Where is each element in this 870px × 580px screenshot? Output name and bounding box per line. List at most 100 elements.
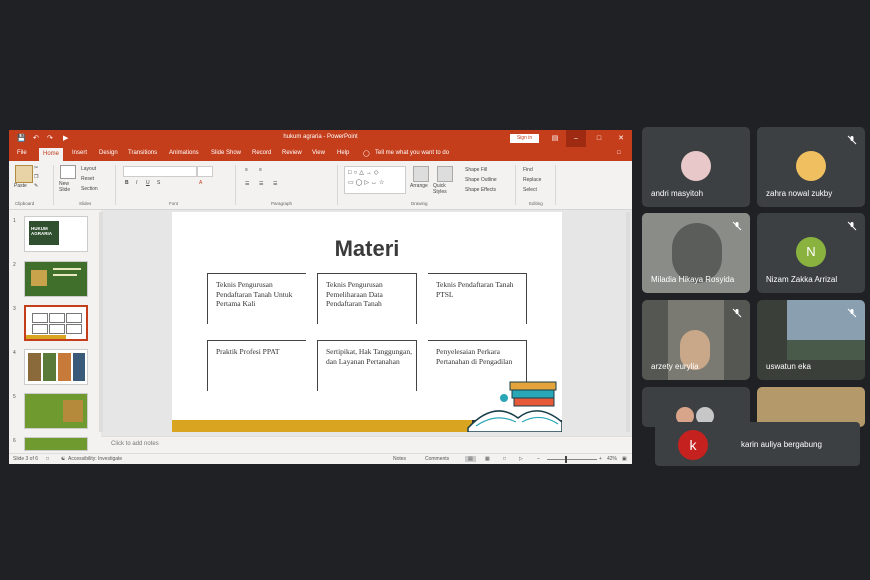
tab-view[interactable]: View <box>312 150 325 156</box>
comments-toggle[interactable]: Comments <box>425 456 449 462</box>
participant-avatar: N <box>796 237 826 267</box>
notification-avatar: k <box>678 430 708 460</box>
align-right-icon[interactable]: ☰ <box>273 181 277 187</box>
slide-thumbnail-3[interactable] <box>24 305 88 341</box>
topic-text: Praktik Profesi PPAT <box>216 347 280 356</box>
strikethrough-button[interactable]: S <box>157 180 160 186</box>
thumbnail-scrollbar[interactable] <box>99 212 103 432</box>
quick-styles-label[interactable]: Quick Styles <box>433 183 457 195</box>
align-center-icon[interactable]: ☰ <box>259 181 263 187</box>
spellcheck-icon[interactable]: □ <box>46 456 49 462</box>
current-slide[interactable]: Materi Teknis Pengurusan Pendaftaran Tan… <box>172 212 562 432</box>
participant-name: arzety eurylia <box>651 362 699 371</box>
zoom-slider-thumb[interactable] <box>565 456 567 463</box>
quick-styles-icon[interactable] <box>437 166 453 182</box>
copy-icon[interactable]: ❐ <box>34 174 38 180</box>
section-button[interactable]: Section <box>81 186 98 192</box>
tab-transitions[interactable]: Transitions <box>128 150 157 156</box>
shapes-icon: ▭◯▷↔☆ <box>348 180 387 186</box>
tab-review[interactable]: Review <box>282 150 302 156</box>
layout-button[interactable]: Layout <box>81 166 96 172</box>
tab-record[interactable]: Record <box>252 150 271 156</box>
participant-avatar <box>796 151 826 181</box>
paste-label[interactable]: Paste <box>14 183 27 189</box>
participant-tile[interactable] <box>757 387 865 427</box>
bullets-icon[interactable]: ≡ <box>245 167 248 173</box>
font-size-select[interactable] <box>197 166 213 177</box>
zoom-level[interactable]: 42% <box>607 456 617 462</box>
participant-video <box>787 340 865 360</box>
shape-effects-button[interactable]: Shape Effects <box>465 187 496 193</box>
notes-pane[interactable]: Click to add notes <box>101 436 632 454</box>
zoom-in-icon[interactable]: + <box>599 456 602 462</box>
shape-outline-button[interactable]: Shape Outline <box>465 177 497 183</box>
participant-tile[interactable] <box>642 387 750 427</box>
font-color-button[interactable]: A <box>199 180 202 186</box>
tab-insert[interactable]: Insert <box>72 150 87 156</box>
normal-view-icon[interactable]: ▤ <box>465 456 476 462</box>
accessibility-icon[interactable]: ☯ <box>61 456 65 462</box>
notes-toggle[interactable]: Notes <box>393 456 406 462</box>
slide-thumbnail-6[interactable] <box>24 437 88 451</box>
slide-thumbnail-5[interactable] <box>24 393 88 429</box>
find-button[interactable]: Find <box>523 167 533 173</box>
slide-counter: Slide 3 of 6 <box>13 456 39 462</box>
tab-file[interactable]: File <box>17 150 27 156</box>
numbering-icon[interactable]: ≡ <box>259 167 262 173</box>
participant-tile[interactable]: Miladia Hikaya Rosyida <box>642 213 750 293</box>
zoom-out-icon[interactable]: – <box>537 456 540 462</box>
topic-box[interactable]: Teknis Pendaftaran Tanah PTSL <box>428 273 527 324</box>
replace-button[interactable]: Replace <box>523 177 541 183</box>
reading-view-icon[interactable]: □ <box>503 456 506 462</box>
comments-icon[interactable]: □ <box>617 150 621 156</box>
slide-thumbnail-2[interactable] <box>24 261 88 297</box>
underline-button[interactable]: U <box>146 180 150 186</box>
zoom-slider[interactable] <box>547 459 597 460</box>
slide-thumbnail-4[interactable] <box>24 349 88 385</box>
arrange-icon[interactable] <box>413 166 429 182</box>
tab-animations[interactable]: Animations <box>169 150 199 156</box>
participant-tile[interactable]: arzety eurylia <box>642 300 750 380</box>
font-name-select[interactable] <box>123 166 197 177</box>
topic-box[interactable]: Teknis Pengurusan Pemeliharaan Data Pend… <box>317 273 417 324</box>
close-button[interactable]: ✕ <box>611 130 631 147</box>
topic-box[interactable]: Praktik Profesi PPAT <box>207 340 306 391</box>
vertical-scrollbar[interactable] <box>626 212 630 432</box>
minimize-button[interactable]: – <box>566 130 586 147</box>
accessibility-status[interactable]: Accessibility: Investigate <box>68 456 122 462</box>
shape-fill-button[interactable]: Shape Fill <box>465 167 487 173</box>
select-button[interactable]: Select <box>523 187 537 193</box>
slide-sorter-icon[interactable]: ▦ <box>485 456 490 462</box>
shapes-gallery[interactable]: □○△→◇ ▭◯▷↔☆ <box>344 166 406 194</box>
bold-button[interactable]: B <box>125 180 129 186</box>
new-slide-icon[interactable] <box>60 165 76 179</box>
tab-home[interactable]: Home <box>39 148 64 161</box>
italic-button[interactable]: I <box>136 180 137 186</box>
slideshow-view-icon[interactable]: ▷ <box>519 456 523 462</box>
cut-icon[interactable]: ✂ <box>34 165 38 171</box>
format-painter-icon[interactable]: ✎ <box>34 183 38 189</box>
thumb-number: 1 <box>13 218 16 224</box>
arrange-label[interactable]: Arrange <box>410 183 428 189</box>
sign-in-button[interactable]: Sign in <box>510 134 539 143</box>
tab-design[interactable]: Design <box>99 150 118 156</box>
thumb-number: 6 <box>13 438 16 444</box>
tab-help[interactable]: Help <box>337 150 349 156</box>
ribbon-display-icon[interactable]: ▤ <box>545 130 565 147</box>
slide-thumbnail-1[interactable]: HUKUM AGRARIA <box>24 216 88 252</box>
participant-tile[interactable]: zahra nowal zukby <box>757 127 865 207</box>
new-slide-label[interactable]: New Slide <box>59 181 77 193</box>
participant-tile[interactable]: andri masyitoh <box>642 127 750 207</box>
tell-me-search[interactable]: Tell me what you want to do <box>375 150 449 156</box>
participant-tile[interactable]: uswatun eka <box>757 300 865 380</box>
tab-slide-show[interactable]: Slide Show <box>211 150 241 156</box>
slide-title[interactable]: Materi <box>172 236 562 262</box>
topic-box[interactable]: Teknis Pengurusan Pendaftaran Tanah Untu… <box>207 273 306 324</box>
reset-button[interactable]: Reset <box>81 176 94 182</box>
participant-tile[interactable]: N Nizam Zakka Arrizal <box>757 213 865 293</box>
topic-box[interactable]: Sertipikat, Hak Tanggungan, dan Layanan … <box>317 340 417 391</box>
align-left-icon[interactable]: ☰ <box>245 181 249 187</box>
maximize-button[interactable]: □ <box>589 130 609 147</box>
fit-slide-icon[interactable]: ▣ <box>622 456 627 462</box>
paste-icon[interactable] <box>15 165 33 183</box>
